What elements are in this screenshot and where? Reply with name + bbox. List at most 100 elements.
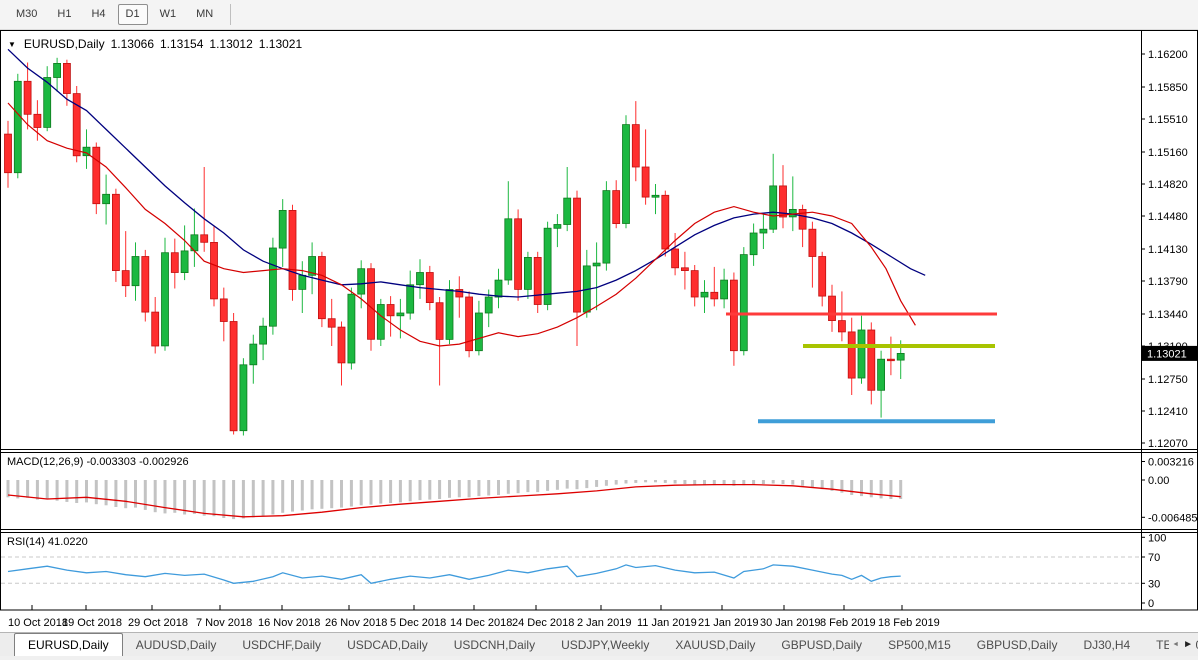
macd-histogram-bar bbox=[674, 480, 677, 484]
candle bbox=[740, 255, 747, 351]
macd-histogram-bar bbox=[370, 480, 373, 505]
candle-series bbox=[5, 58, 905, 436]
macd-histogram-bar bbox=[546, 480, 549, 491]
toolbar-separator bbox=[230, 4, 231, 25]
ohlc-open: 1.13066 bbox=[111, 37, 154, 51]
macd-histogram-bar bbox=[595, 480, 598, 487]
date-tick-label: 10 Oct 2018 bbox=[8, 617, 68, 629]
macd-histogram-bar bbox=[850, 480, 853, 495]
macd-histogram-bar bbox=[526, 480, 529, 492]
date-tick-label: 8 Feb 2019 bbox=[820, 617, 876, 629]
chart-tab-eurusd-daily[interactable]: EURUSD,Daily bbox=[14, 633, 123, 656]
macd-histogram-bar bbox=[585, 480, 588, 488]
macd-histogram-bar bbox=[664, 480, 667, 483]
chart-canvas[interactable]: 1.162001.158501.155101.151601.148201.144… bbox=[0, 30, 1198, 632]
date-tick-label: 30 Jan 2019 bbox=[760, 617, 821, 629]
candle bbox=[250, 344, 257, 365]
candle bbox=[24, 81, 31, 114]
candle bbox=[878, 359, 885, 390]
macd-histogram-bar bbox=[683, 480, 686, 484]
candle bbox=[868, 330, 875, 390]
timeframe-button-d1[interactable]: D1 bbox=[118, 4, 148, 25]
macd-histogram-bar bbox=[791, 480, 794, 485]
candle bbox=[417, 273, 424, 285]
candle bbox=[299, 275, 306, 289]
ohlc-close: 1.13021 bbox=[259, 37, 302, 51]
ohlc-low: 1.13012 bbox=[209, 37, 252, 51]
candle bbox=[426, 273, 433, 303]
macd-histogram-bar bbox=[644, 480, 647, 482]
chart-tab-usdjpy-weekly[interactable]: USDJPY,Weekly bbox=[548, 633, 662, 656]
candle bbox=[397, 313, 404, 316]
timeframe-button-mn[interactable]: MN bbox=[188, 4, 221, 25]
macd-histogram-bar bbox=[723, 480, 726, 485]
macd-histogram-bar bbox=[144, 480, 147, 510]
timeframe-button-w1[interactable]: W1 bbox=[152, 4, 185, 25]
candle bbox=[122, 271, 129, 286]
macd-histogram-bar bbox=[330, 480, 333, 508]
macd-histogram-bar bbox=[389, 480, 392, 503]
candle bbox=[328, 319, 335, 328]
macd-histogram-bar bbox=[232, 480, 235, 519]
chart-tab-gbpusd-daily[interactable]: GBPUSD,Daily bbox=[964, 633, 1071, 656]
price-tick-label: 1.12410 bbox=[1148, 406, 1188, 418]
tab-scroll-left-icon[interactable]: ◄ bbox=[1172, 641, 1179, 648]
chart-tab-usdchf-daily[interactable]: USDCHF,Daily bbox=[229, 633, 334, 656]
macd-histogram-bar bbox=[811, 480, 814, 488]
chart-dropdown-arrow-icon[interactable]: ▼ bbox=[8, 40, 16, 49]
candle bbox=[368, 269, 375, 340]
chart-tab-audusd-daily[interactable]: AUDUSD,Daily bbox=[123, 633, 230, 656]
macd-histogram-bar bbox=[252, 480, 255, 517]
date-tick-label: 18 Feb 2019 bbox=[878, 617, 940, 629]
date-tick-label: 2 Jan 2019 bbox=[577, 617, 631, 629]
main-price-panel bbox=[5, 49, 998, 435]
rsi-tick-label: 100 bbox=[1148, 532, 1166, 544]
candle bbox=[446, 290, 453, 340]
candle bbox=[505, 219, 512, 280]
macd-histogram-bar bbox=[419, 480, 422, 500]
chart-frame bbox=[1, 31, 1198, 611]
macd-histogram-bar bbox=[536, 480, 539, 492]
rsi-tick-label: 30 bbox=[1148, 578, 1160, 590]
candle bbox=[142, 257, 149, 313]
macd-histogram-bar bbox=[193, 480, 196, 514]
timeframe-button-h1[interactable]: H1 bbox=[49, 4, 79, 25]
candle bbox=[132, 257, 139, 286]
current-price-value: 1.13021 bbox=[1147, 348, 1187, 360]
macd-histogram-bar bbox=[301, 480, 304, 511]
candle bbox=[112, 194, 119, 270]
macd-histogram-bar bbox=[242, 480, 245, 519]
candle bbox=[211, 242, 218, 299]
chart-tabs-bar: EURUSD,DailyAUDUSD,DailyUSDCHF,DailyUSDC… bbox=[0, 632, 1198, 656]
tab-scroll-right-icon[interactable]: ► bbox=[1183, 639, 1193, 650]
macd-histogram-bar bbox=[752, 480, 755, 485]
macd-histogram-bar bbox=[487, 480, 490, 496]
date-tick-label: 7 Nov 2018 bbox=[196, 617, 252, 629]
macd-histogram-bar bbox=[654, 480, 657, 482]
chart-tab-usdcnh-daily[interactable]: USDCNH,Daily bbox=[441, 633, 548, 656]
macd-histogram-bar bbox=[124, 480, 127, 508]
date-tick-label: 21 Jan 2019 bbox=[698, 617, 759, 629]
macd-histogram-bar bbox=[173, 480, 176, 513]
candle bbox=[93, 147, 100, 204]
timeframe-button-m30[interactable]: M30 bbox=[8, 4, 45, 25]
candle bbox=[829, 296, 836, 321]
date-tick-label: 26 Nov 2018 bbox=[325, 617, 387, 629]
candle bbox=[63, 63, 70, 93]
candle bbox=[701, 292, 708, 297]
chart-tab-usdcad-daily[interactable]: USDCAD,Daily bbox=[334, 633, 441, 656]
macd-histogram-bar bbox=[350, 480, 353, 507]
chart-tab-gbpusd-daily[interactable]: GBPUSD,Daily bbox=[768, 633, 875, 656]
candle bbox=[485, 297, 492, 313]
chart-tab-sp500-m15[interactable]: SP500,M15 bbox=[875, 633, 964, 656]
candle bbox=[436, 303, 443, 340]
candle bbox=[201, 235, 208, 243]
macd-histogram-bar bbox=[271, 480, 274, 515]
macd-histogram-bar bbox=[213, 480, 216, 516]
candle bbox=[642, 167, 649, 197]
timeframe-button-h4[interactable]: H4 bbox=[83, 4, 113, 25]
candle bbox=[269, 248, 276, 326]
chart-tab-dj30-h4[interactable]: DJ30,H4 bbox=[1070, 633, 1143, 656]
chart-tab-xauusd-daily[interactable]: XAUUSD,Daily bbox=[662, 633, 768, 656]
candle bbox=[887, 359, 894, 361]
